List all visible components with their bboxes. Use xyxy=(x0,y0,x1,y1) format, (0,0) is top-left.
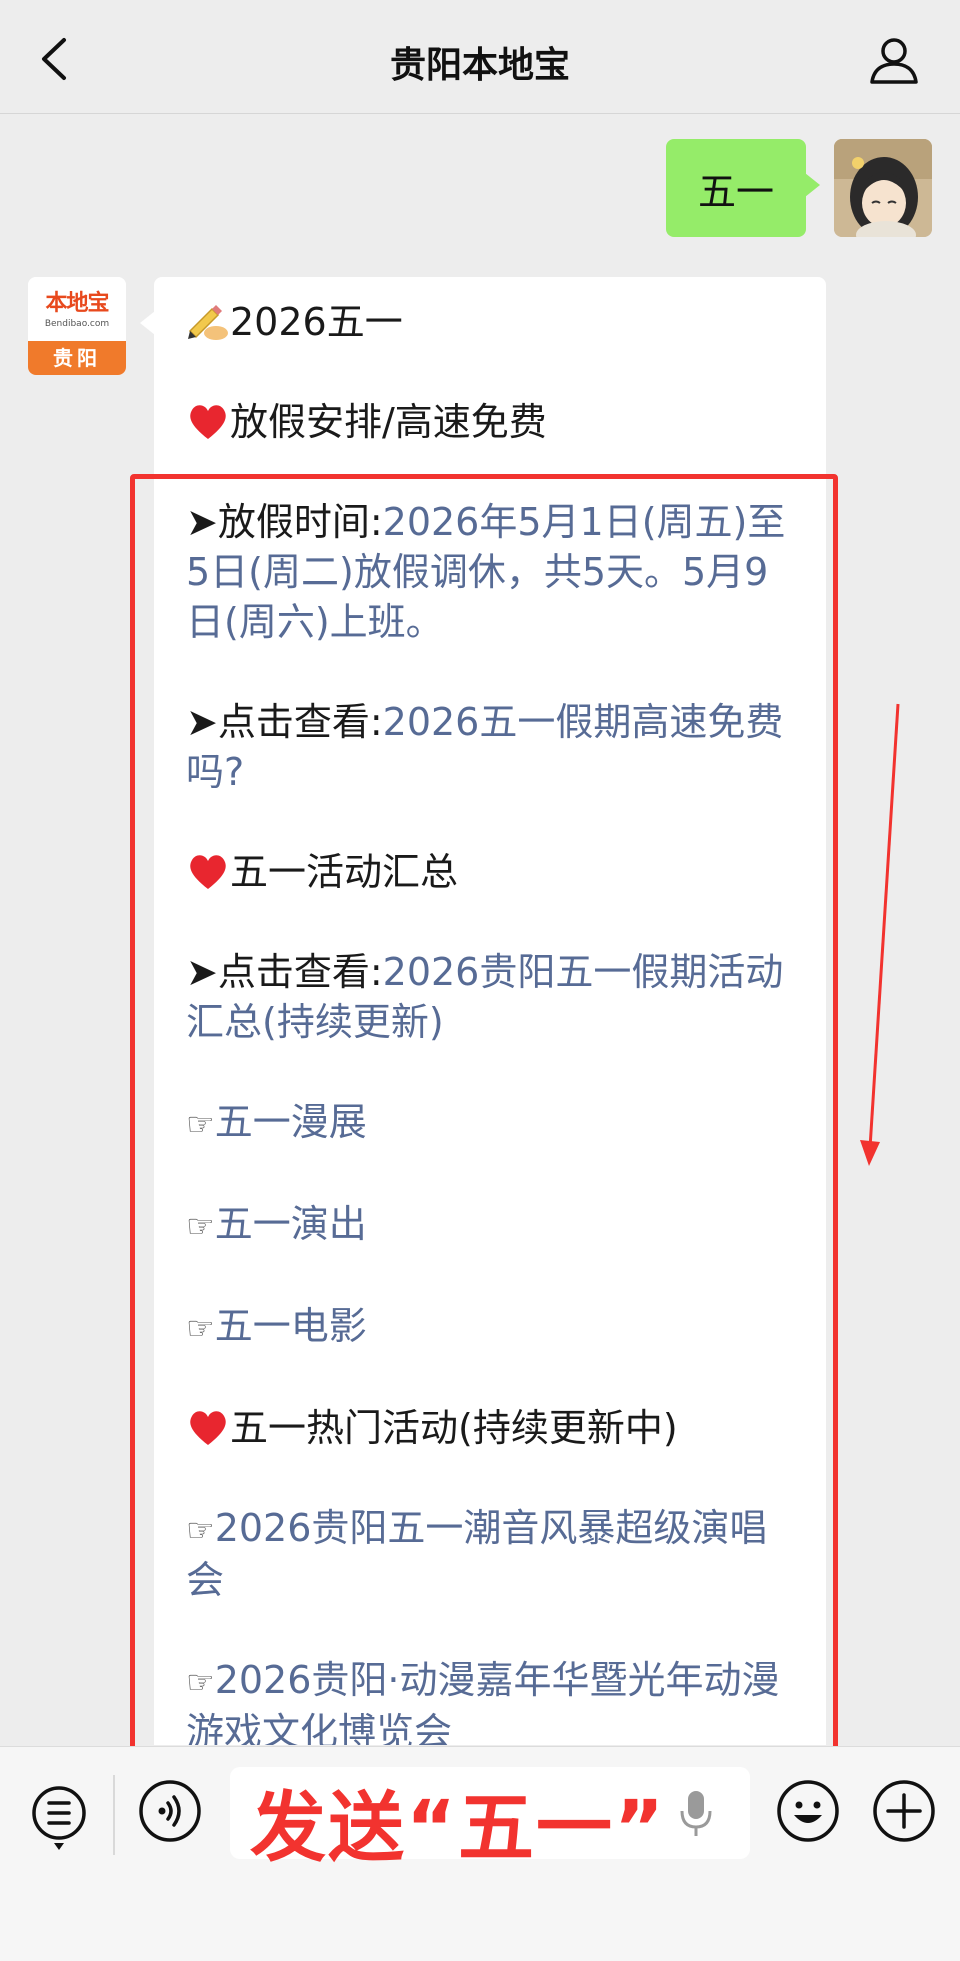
view-activities: ➤点击查看:2026贵阳五一假期活动汇总(持续更新) xyxy=(186,947,796,1047)
chat-title: 贵阳本地宝 xyxy=(389,45,570,86)
animation-expo-link[interactable]: 2026贵阳·动漫嘉年华暨光年动漫游戏文化博览会 xyxy=(186,1658,779,1745)
view1-label: ➤点击查看: xyxy=(186,700,383,744)
scroll-arrow-annotation xyxy=(860,703,900,1166)
section-activities-text: 五一活动汇总 xyxy=(230,850,459,894)
menu-icon[interactable] xyxy=(28,1783,90,1853)
heart-icon xyxy=(190,855,226,889)
plus-icon[interactable] xyxy=(872,1779,936,1843)
emoji-icon[interactable] xyxy=(776,1779,840,1843)
user-avatar[interactable] xyxy=(834,139,932,237)
bot-message-bubble: 2026五一 放假安排/高速免费 ➤放假时间:2026年5月1日(周五)至5日(… xyxy=(140,277,826,1745)
message-section-hot: 五一热门活动(持续更新中) xyxy=(186,1403,796,1453)
chat-header: 贵阳本地宝 xyxy=(0,0,960,114)
view-highway: ➤点击查看:2026五一假期高速免费吗? xyxy=(186,697,796,797)
comic-expo-link[interactable]: 五一漫展 xyxy=(215,1100,367,1144)
logo-city: 贵阳 xyxy=(28,341,126,375)
message-section-holiday: 放假安排/高速免费 xyxy=(186,397,796,447)
annotation-caption: 发送“五一” xyxy=(250,1783,666,1872)
pointing-hand-icon: ☞ xyxy=(186,1207,215,1245)
user-message-bubble[interactable]: 五一 xyxy=(666,139,820,237)
divider xyxy=(113,1775,115,1855)
heart-icon xyxy=(190,1411,226,1445)
logo-name: 本地宝 xyxy=(45,291,109,316)
logo: 本地宝 Bendibao.com xyxy=(28,277,126,341)
profile-icon[interactable] xyxy=(868,34,920,86)
movie-link[interactable]: 五一电影 xyxy=(215,1304,367,1348)
mic-icon[interactable] xyxy=(676,1789,716,1839)
show-link[interactable]: 五一演出 xyxy=(215,1202,367,1246)
holiday-info: ➤放假时间:2026年5月1日(周五)至5日(周二)放假调休，共5天。5月9日(… xyxy=(186,497,796,647)
user-avatar-image xyxy=(834,139,932,237)
concert-item: ☞2026贵阳五一潮音风暴超级演唱会 xyxy=(186,1503,796,1605)
writing-hand-icon xyxy=(188,305,228,340)
bot-avatar[interactable]: 本地宝 Bendibao.com 贵阳 xyxy=(28,277,126,375)
section-hot-text: 五一热门活动(持续更新中) xyxy=(230,1406,678,1450)
message-section-activities: 五一活动汇总 xyxy=(186,847,796,897)
voice-icon[interactable] xyxy=(138,1779,202,1843)
view2-label: ➤点击查看: xyxy=(186,950,383,994)
message-line-title: 2026五一 xyxy=(186,297,796,347)
pointing-hand-icon: ☞ xyxy=(186,1511,215,1549)
heart-icon xyxy=(190,405,226,439)
pointing-hand-icon: ☞ xyxy=(186,1663,215,1701)
chat-area: 五一 本地宝 Bendibao.com 贵阳 2026五一 放假安排/高速免费 … xyxy=(0,115,960,1745)
holiday-label: ➤放假时间: xyxy=(186,500,383,544)
pointing-hand-icon: ☞ xyxy=(186,1105,215,1143)
user-message-text: 五一 xyxy=(697,169,774,214)
show-item: ☞五一演出 xyxy=(186,1199,796,1251)
logo-domain: Bendibao.com xyxy=(44,319,110,329)
comic-item: ☞五一漫展 xyxy=(186,1097,796,1149)
pointing-hand-icon: ☞ xyxy=(186,1309,215,1347)
expo-item: ☞2026贵阳·动漫嘉年华暨光年动漫游戏文化博览会 xyxy=(186,1655,796,1745)
section-holiday-text: 放假安排/高速免费 xyxy=(230,400,547,444)
movie-item: ☞五一电影 xyxy=(186,1301,796,1353)
concert-link[interactable]: 2026贵阳五一潮音风暴超级演唱会 xyxy=(186,1506,767,1602)
message-title-text: 2026五一 xyxy=(230,300,403,344)
